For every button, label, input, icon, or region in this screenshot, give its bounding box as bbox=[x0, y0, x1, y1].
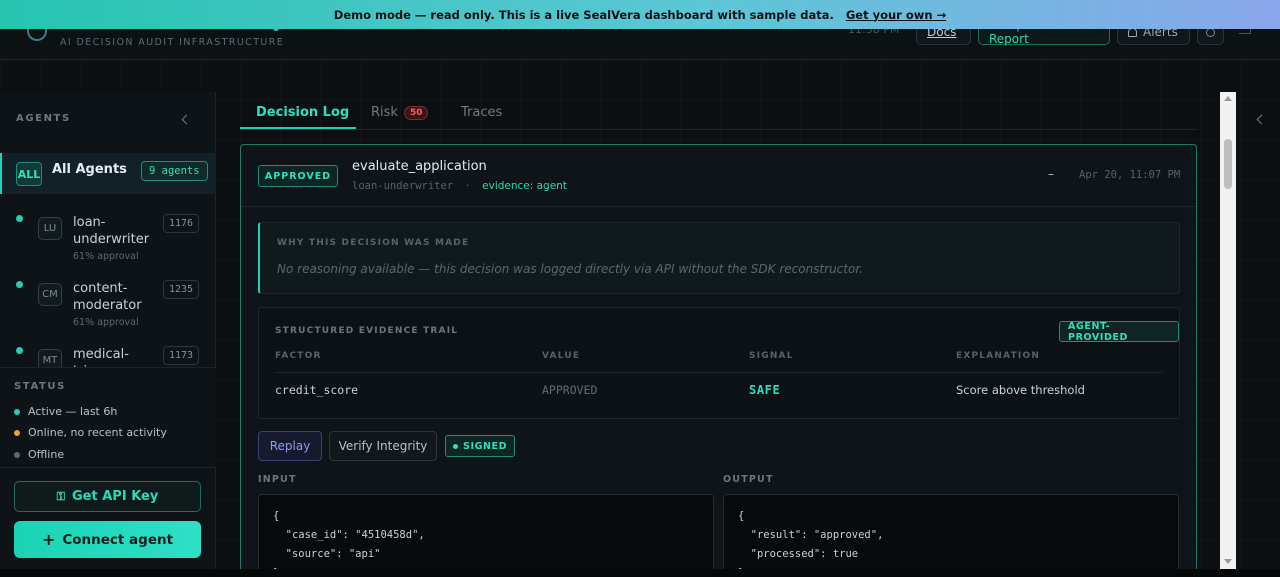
tab-risk[interactable]: Risk 50 bbox=[371, 105, 429, 120]
risk-count-badge: 50 bbox=[403, 106, 429, 120]
status-label: Offline bbox=[28, 448, 65, 461]
status-offline: Offline bbox=[14, 448, 64, 461]
agent-status-dot bbox=[16, 281, 23, 288]
status-active: Active — last 6h bbox=[14, 405, 117, 418]
output-json: { "result": "approved", "processed": tru… bbox=[723, 494, 1179, 573]
decision-header[interactable]: APPROVED evaluate_application loan-under… bbox=[241, 145, 1196, 207]
signed-badge: SIGNED bbox=[445, 435, 516, 457]
avatar: MT bbox=[38, 349, 62, 367]
tab-decision-log[interactable]: Decision Log bbox=[256, 105, 349, 120]
input-label: INPUT bbox=[258, 474, 297, 485]
avatar: CM bbox=[38, 283, 62, 306]
evidence-factor: credit_score bbox=[275, 383, 359, 397]
decision-timestamp: Apr 20, 11:07 PM bbox=[1079, 169, 1181, 181]
scroll-down-icon[interactable] bbox=[1224, 559, 1232, 564]
sidebar-title: AGENTS bbox=[16, 113, 71, 124]
dot-icon bbox=[453, 443, 458, 449]
agent-provided-badge: AGENT-PROVIDED bbox=[1059, 321, 1179, 343]
main-tabs: Decision Log Risk 50 Traces bbox=[240, 96, 1197, 130]
tab-risk-label: Risk bbox=[371, 105, 398, 120]
agent-status-dot bbox=[16, 347, 23, 354]
sidebar-item-medical-triage[interactable]: MT medical-triage 1173 bbox=[0, 346, 216, 367]
reasoning-panel: WHY THIS DECISION WAS MADE No reasoning … bbox=[258, 222, 1180, 294]
all-badge: ALL bbox=[16, 162, 42, 186]
agent-name: loan-underwriter bbox=[73, 215, 150, 247]
agent-name: loan-underwriter bbox=[352, 180, 454, 192]
meta-separator: · bbox=[464, 180, 471, 192]
status-legend: STATUS Active — last 6h Online, no recen… bbox=[0, 367, 216, 467]
scrollbar-thumb[interactable] bbox=[1224, 139, 1232, 189]
sidebar-item-all-agents[interactable]: ALL All Agents 9 agents bbox=[0, 153, 216, 194]
main-scrollbar[interactable] bbox=[1220, 92, 1236, 569]
sidebar-item-loan-underwriter[interactable]: LU loan-underwriter 61% approval 1176 bbox=[0, 214, 216, 280]
agent-decision-count: 1235 bbox=[163, 280, 200, 299]
tab-traces[interactable]: Traces bbox=[461, 105, 502, 120]
demo-banner: Demo mode — read only. This is a live Se… bbox=[0, 0, 1280, 29]
get-api-key-label: Get API Key bbox=[72, 489, 159, 504]
evidence-trail: STRUCTURED EVIDENCE TRAIL AGENT-PROVIDED… bbox=[258, 307, 1180, 419]
active-tab-indicator bbox=[240, 127, 356, 129]
column-header-explanation: EXPLANATION bbox=[956, 351, 1041, 361]
evidence-value: APPROVED bbox=[542, 383, 598, 397]
get-your-own-link[interactable]: Get your own → bbox=[846, 8, 946, 22]
reasoning-text: No reasoning available — this decision w… bbox=[277, 262, 863, 276]
get-api-key-button[interactable]: ⚿ Get API Key bbox=[14, 481, 201, 512]
all-agents-label: All Agents bbox=[52, 162, 127, 177]
status-badge: APPROVED bbox=[258, 165, 338, 187]
connect-agent-label: Connect agent bbox=[62, 531, 174, 548]
status-label: Online, no recent activity bbox=[28, 426, 167, 439]
agent-name: medical-triage bbox=[73, 347, 129, 367]
divider bbox=[275, 372, 1163, 373]
tagline: AI DECISION AUDIT INFRASTRUCTURE bbox=[60, 37, 285, 48]
dot-icon bbox=[14, 429, 20, 436]
evidence-signal: SAFE bbox=[749, 383, 781, 397]
agent-approval: 61% approval bbox=[73, 317, 139, 328]
status-title: STATUS bbox=[14, 381, 66, 392]
plus-icon: + bbox=[41, 530, 56, 549]
evidence-title: STRUCTURED EVIDENCE TRAIL bbox=[275, 326, 459, 336]
reasoning-title: WHY THIS DECISION WAS MADE bbox=[277, 238, 470, 248]
decision-card[interactable]: APPROVED evaluate_application loan-under… bbox=[240, 144, 1197, 574]
column-header-signal: SIGNAL bbox=[749, 351, 794, 361]
agent-decision-count: 1173 bbox=[163, 346, 200, 365]
verify-integrity-button[interactable]: Verify Integrity bbox=[329, 431, 437, 461]
sidebar-item-content-moderator[interactable]: CM content-moderator 61% approval 1235 bbox=[0, 280, 216, 346]
agent-decision-count: 1176 bbox=[163, 214, 200, 233]
demo-banner-text: Demo mode — read only. This is a live Se… bbox=[333, 7, 834, 22]
output-label: OUTPUT bbox=[723, 474, 774, 485]
app-header: AI DECISION AUDIT INFRASTRUCTURE 11:38 P… bbox=[0, 18, 1280, 60]
dot-icon bbox=[14, 451, 20, 458]
agent-name: content-moderator bbox=[73, 281, 142, 313]
agents-sidebar: AGENTS ALL All Agents 9 agents LU loan-u… bbox=[0, 92, 216, 569]
dot-icon bbox=[14, 408, 20, 415]
input-json: { "case_id": "4510458d", "source": "api"… bbox=[258, 494, 714, 573]
agent-status-dot bbox=[16, 215, 23, 222]
evidence-source: evidence: agent bbox=[482, 180, 567, 192]
bottom-edge bbox=[0, 569, 1280, 577]
connect-agent-button[interactable]: + Connect agent bbox=[14, 521, 201, 558]
agent-approval: 61% approval bbox=[73, 251, 139, 262]
evidence-explanation: Score above threshold bbox=[956, 383, 1085, 397]
collapse-chevron-icon[interactable] bbox=[181, 114, 192, 125]
scroll-up-icon[interactable] bbox=[1224, 96, 1232, 101]
status-online: Online, no recent activity bbox=[14, 426, 167, 439]
sidebar-actions: ⚿ Get API Key + Connect agent bbox=[0, 467, 216, 569]
column-header-factor: FACTOR bbox=[275, 351, 322, 361]
avatar: LU bbox=[38, 217, 62, 240]
column-header-value: VALUE bbox=[542, 351, 581, 361]
agent-count-badge: 9 agents bbox=[141, 161, 208, 181]
status-label: Active — last 6h bbox=[28, 405, 118, 418]
signed-label: SIGNED bbox=[463, 440, 508, 452]
collapse-toggle[interactable]: – bbox=[1048, 167, 1054, 181]
replay-button[interactable]: Replay bbox=[258, 431, 322, 461]
key-icon: ⚿ bbox=[56, 489, 66, 503]
function-name: evaluate_application bbox=[352, 159, 487, 174]
decision-meta: loan-underwriter · evidence: agent bbox=[352, 180, 567, 192]
